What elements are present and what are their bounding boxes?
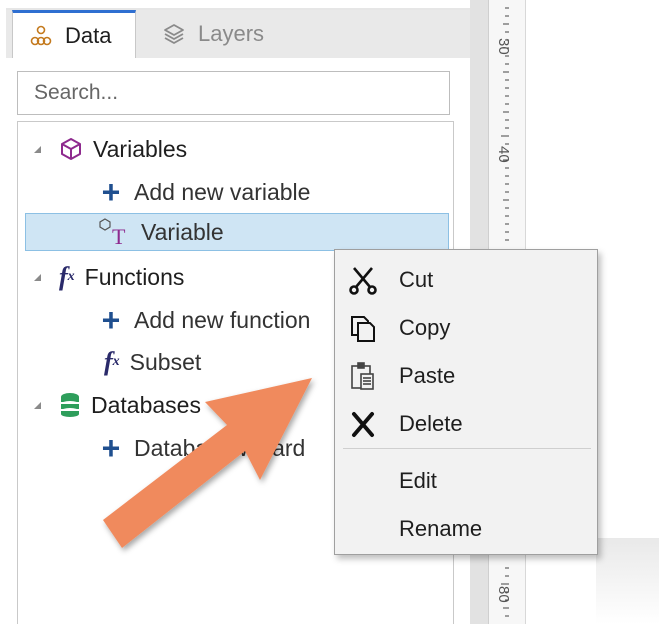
tab-data[interactable]: Data: [12, 10, 136, 59]
menu-item-paste[interactable]: Paste: [335, 353, 597, 399]
plus-icon: +: [101, 430, 121, 466]
ruler-label-40: 40: [495, 146, 512, 163]
tree-node-databases[interactable]: Databases: [34, 386, 201, 424]
surface-shadow: [596, 538, 659, 624]
plus-icon: +: [101, 302, 121, 338]
tab-data-label: Data: [65, 23, 112, 48]
add-variable-label: Add new variable: [134, 178, 311, 205]
variable-label: Variable: [141, 218, 224, 245]
layers-icon: [160, 20, 188, 48]
search-box[interactable]: [17, 71, 450, 115]
tree-node-functions-label: Functions: [84, 263, 185, 290]
menu-item-edit-label: Edit: [399, 468, 437, 493]
database-wizard-label: Database wizard: [134, 434, 306, 461]
fx-icon: fx: [59, 262, 75, 291]
copy-icon: [347, 312, 379, 344]
menu-item-delete[interactable]: Delete: [335, 401, 597, 447]
tree-item-add-variable[interactable]: + Add new variable: [96, 173, 311, 211]
menu-item-copy[interactable]: Copy: [335, 305, 597, 351]
data-tree-icon: [27, 22, 55, 50]
paste-icon: [347, 360, 379, 392]
tree-node-variables-label: Variables: [93, 135, 188, 162]
cube-icon: [59, 137, 83, 161]
tab-layers[interactable]: Layers: [146, 10, 286, 58]
menu-item-cut-label: Cut: [399, 267, 434, 292]
collapse-arrow-icon[interactable]: [34, 401, 41, 409]
scissors-icon: [347, 264, 379, 296]
database-icon: [59, 392, 81, 418]
menu-item-delete-label: Delete: [399, 411, 463, 436]
search-input[interactable]: [32, 80, 449, 106]
delete-x-icon: [347, 408, 379, 440]
menu-item-edit[interactable]: Edit: [335, 458, 597, 504]
collapse-arrow-icon[interactable]: [34, 145, 41, 153]
tree-item-add-function[interactable]: + Add new function: [96, 301, 311, 339]
tree-item-subset[interactable]: fx Subset: [104, 343, 201, 381]
plus-icon: +: [101, 174, 121, 210]
menu-item-rename-label: Rename: [399, 516, 483, 541]
svg-text:T: T: [112, 224, 126, 247]
menu-item-rename[interactable]: Rename: [335, 506, 597, 552]
menu-item-paste-label: Paste: [399, 363, 456, 388]
tree-item-variable[interactable]: T Variable: [25, 213, 449, 251]
add-function-label: Add new function: [134, 306, 311, 333]
tree-node-variables[interactable]: Variables: [34, 130, 187, 168]
tree-node-databases-label: Databases: [91, 391, 201, 418]
menu-separator: [343, 448, 591, 449]
ruler-label-80: 80: [495, 586, 512, 603]
menu-item-cut[interactable]: Cut: [335, 257, 597, 303]
subset-label: Subset: [129, 348, 202, 375]
tree-item-database-wizard[interactable]: + Database wizard: [96, 429, 306, 467]
text-variable-icon: T: [97, 217, 131, 247]
tab-layers-label: Layers: [198, 21, 265, 46]
panel-tabbar: Data Layers: [6, 10, 470, 59]
menu-item-copy-label: Copy: [399, 315, 451, 340]
fx-icon: fx: [104, 347, 120, 376]
tree-node-functions[interactable]: fx Functions: [34, 258, 184, 296]
context-menu: Cut Copy Paste Delete Edit Rename: [334, 249, 598, 555]
ruler-label-30: 30: [495, 38, 512, 55]
collapse-arrow-icon[interactable]: [34, 273, 41, 281]
